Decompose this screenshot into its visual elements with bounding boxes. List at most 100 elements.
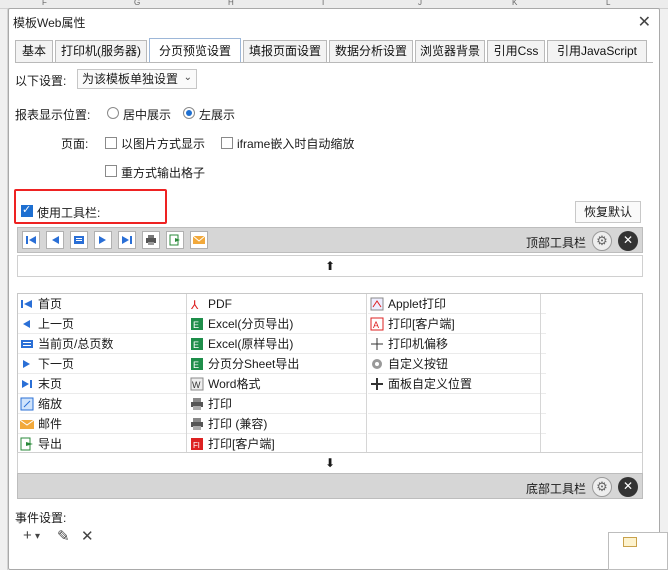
- list-item[interactable]: 邮件: [18, 414, 196, 434]
- prev-page-icon[interactable]: [46, 231, 64, 249]
- list-item[interactable]: 打印机偏移: [368, 334, 546, 354]
- export-icon[interactable]: [166, 231, 184, 249]
- move-down-row[interactable]: ⬇: [17, 452, 643, 474]
- grid-column-2: ⅄ PDF E Excel(分页导出) E Excel(原样导出) E 分页分Sheet…: [188, 294, 366, 454]
- print-icon: [190, 397, 204, 411]
- pdf-icon: ⅄: [190, 297, 204, 312]
- list-item[interactable]: 导出: [18, 434, 196, 454]
- first-page-icon[interactable]: [22, 231, 40, 249]
- tab-basic[interactable]: 基本: [15, 40, 53, 62]
- close-icon[interactable]: ✕: [638, 12, 651, 32]
- title-bar[interactable]: 模板Web属性 ✕: [9, 9, 659, 35]
- list-item[interactable]: 下一页: [18, 354, 196, 374]
- position-center-radio[interactable]: [107, 107, 119, 119]
- repeat-cells-checkbox[interactable]: [105, 165, 117, 177]
- list-item[interactable]: E Excel(原样导出): [188, 334, 366, 354]
- chevron-down-icon[interactable]: ▾: [35, 531, 40, 542]
- list-item: [368, 414, 546, 434]
- close-icon[interactable]: ✕: [618, 231, 638, 251]
- svg-text:E: E: [193, 320, 199, 330]
- prev-page-icon: [20, 317, 34, 331]
- list-item[interactable]: Fl 打印[客户端]: [188, 434, 366, 454]
- list-item[interactable]: A 打印[客户端]: [368, 314, 546, 334]
- list-item[interactable]: 面板自定义位置: [368, 374, 546, 394]
- column-letter: H: [228, 0, 234, 7]
- list-item[interactable]: 打印: [188, 394, 366, 414]
- tab-javascript[interactable]: 引用JavaScript: [547, 40, 647, 62]
- use-toolbar-checkbox[interactable]: [21, 203, 33, 217]
- print-icon[interactable]: [142, 231, 160, 249]
- restore-default-button[interactable]: 恢复默认: [575, 201, 641, 223]
- gear-icon[interactable]: ⚙: [592, 477, 612, 497]
- excel-icon: E: [190, 317, 204, 331]
- list-item[interactable]: 自定义按钮: [368, 354, 546, 374]
- repeat-cells-label: 重方式输出格子: [121, 166, 206, 180]
- export-icon: [20, 437, 34, 451]
- position-label: 报表显示位置:: [15, 108, 91, 122]
- pdf-print-icon: A: [370, 317, 384, 331]
- dialog-title: 模板Web属性: [13, 16, 86, 30]
- grid-column-3: Applet打印 A 打印[客户端] 打印机偏移 自定义按钮 面板自定义位置: [368, 294, 546, 454]
- grid-column-1: 首页 上一页 当前页/总页数 下一页 末页 缩放 邮件 导出: [18, 294, 196, 454]
- column-divider: [186, 294, 187, 454]
- list-item: [368, 394, 546, 414]
- delete-icon[interactable]: ✕: [81, 527, 94, 545]
- email-icon[interactable]: [190, 231, 208, 249]
- edit-icon[interactable]: ✎: [57, 527, 70, 545]
- page-count-icon: [20, 337, 34, 351]
- close-icon[interactable]: ✕: [618, 477, 638, 497]
- list-item: [368, 434, 546, 454]
- page-count-icon[interactable]: [70, 231, 88, 249]
- list-item[interactable]: W Word格式: [188, 374, 366, 394]
- move-up-row[interactable]: ⬆: [17, 255, 643, 277]
- tab-data-analysis[interactable]: 数据分析设置: [329, 40, 413, 62]
- column-letter: G: [134, 0, 141, 7]
- web-properties-dialog: 模板Web属性 ✕ 基本 打印机(服务器) 分页预览设置 填报页面设置 数据分析…: [8, 8, 660, 570]
- column-letter: I: [322, 0, 325, 7]
- scope-select[interactable]: 为该模板单独设置 ⌄: [77, 69, 197, 89]
- document-icon: [623, 537, 637, 547]
- list-item[interactable]: 当前页/总页数: [18, 334, 196, 354]
- last-page-icon[interactable]: [118, 231, 136, 249]
- column-divider: [366, 294, 367, 454]
- excel-icon: E: [190, 357, 204, 371]
- list-item[interactable]: 缩放: [18, 394, 196, 414]
- tab-page-preview[interactable]: 分页预览设置: [149, 38, 241, 62]
- iframe-scale-checkbox[interactable]: [221, 137, 233, 149]
- use-toolbar-label: 使用工具栏:: [37, 206, 101, 220]
- tab-css[interactable]: 引用Css: [487, 40, 545, 62]
- svg-text:Fl: Fl: [193, 441, 200, 450]
- move-icon: [370, 337, 384, 351]
- list-item[interactable]: Applet打印: [368, 294, 546, 314]
- tab-printer[interactable]: 打印机(服务器): [55, 40, 147, 62]
- list-item[interactable]: E Excel(分页导出): [188, 314, 366, 334]
- list-item[interactable]: 首页: [18, 294, 196, 314]
- list-item[interactable]: 打印 (兼容): [188, 414, 366, 434]
- svg-text:⅄: ⅄: [190, 298, 199, 311]
- list-item[interactable]: ⅄ PDF: [188, 294, 366, 314]
- next-page-icon[interactable]: [94, 231, 112, 249]
- tab-underline: [15, 62, 653, 63]
- add-icon[interactable]: +: [23, 527, 32, 544]
- background-window: [608, 532, 668, 570]
- gear-icon[interactable]: ⚙: [592, 231, 612, 251]
- bottom-toolbar: 底部工具栏 ⚙ ✕: [17, 473, 643, 499]
- first-page-icon: [20, 297, 34, 311]
- position-center-label: 居中展示: [123, 108, 172, 122]
- position-left-radio[interactable]: [183, 107, 195, 119]
- tab-browser-bg[interactable]: 浏览器背景: [415, 40, 485, 62]
- tab-fill-page[interactable]: 填报页面设置: [243, 40, 327, 62]
- svg-text:E: E: [193, 340, 199, 350]
- bottom-toolbar-label: 底部工具栏: [526, 482, 587, 496]
- list-item[interactable]: 上一页: [18, 314, 196, 334]
- list-item[interactable]: 末页: [18, 374, 196, 394]
- gear-icon: [370, 357, 384, 371]
- column-letter: F: [42, 0, 47, 7]
- available-buttons-grid: 首页 上一页 当前页/总页数 下一页 末页 缩放 邮件 导出 ⅄ PDF E Exc…: [17, 293, 643, 454]
- scope-select-value: 为该模板单独设置: [82, 72, 179, 86]
- list-item[interactable]: E 分页分Sheet导出: [188, 354, 366, 374]
- top-toolbar: 顶部工具栏 ⚙ ✕: [17, 227, 643, 253]
- column-letter: J: [418, 0, 422, 7]
- zoom-icon: [20, 397, 34, 411]
- image-mode-checkbox[interactable]: [105, 137, 117, 149]
